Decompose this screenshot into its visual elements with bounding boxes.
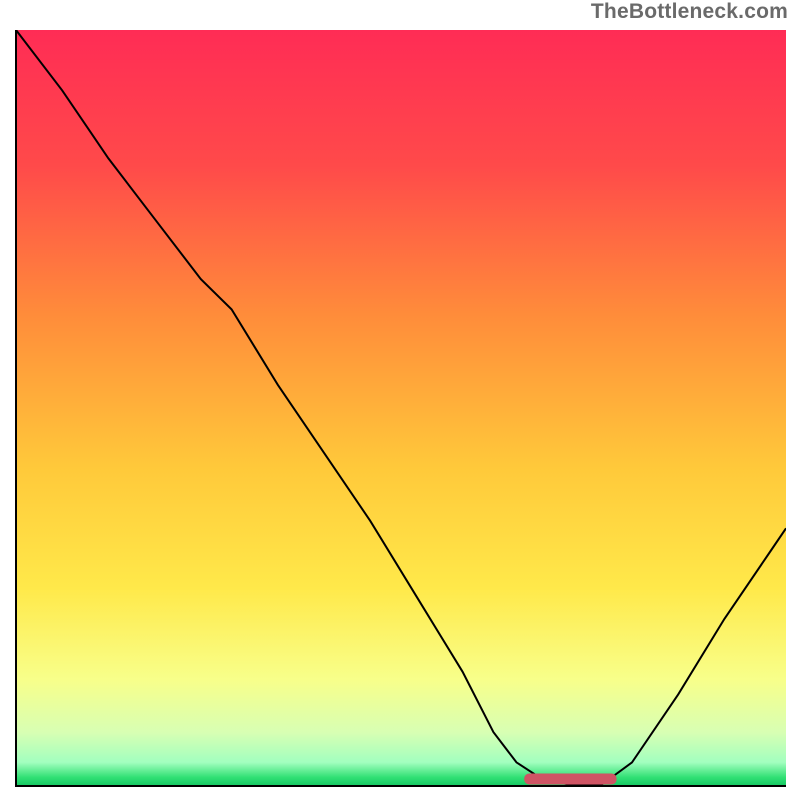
optimum-marker: [524, 774, 616, 785]
gradient-background: [16, 30, 786, 785]
plot-area: [14, 30, 786, 788]
chart-svg: [14, 30, 786, 788]
chart-container: TheBottleneck.com: [0, 0, 800, 800]
watermark-text: TheBottleneck.com: [591, 0, 788, 24]
